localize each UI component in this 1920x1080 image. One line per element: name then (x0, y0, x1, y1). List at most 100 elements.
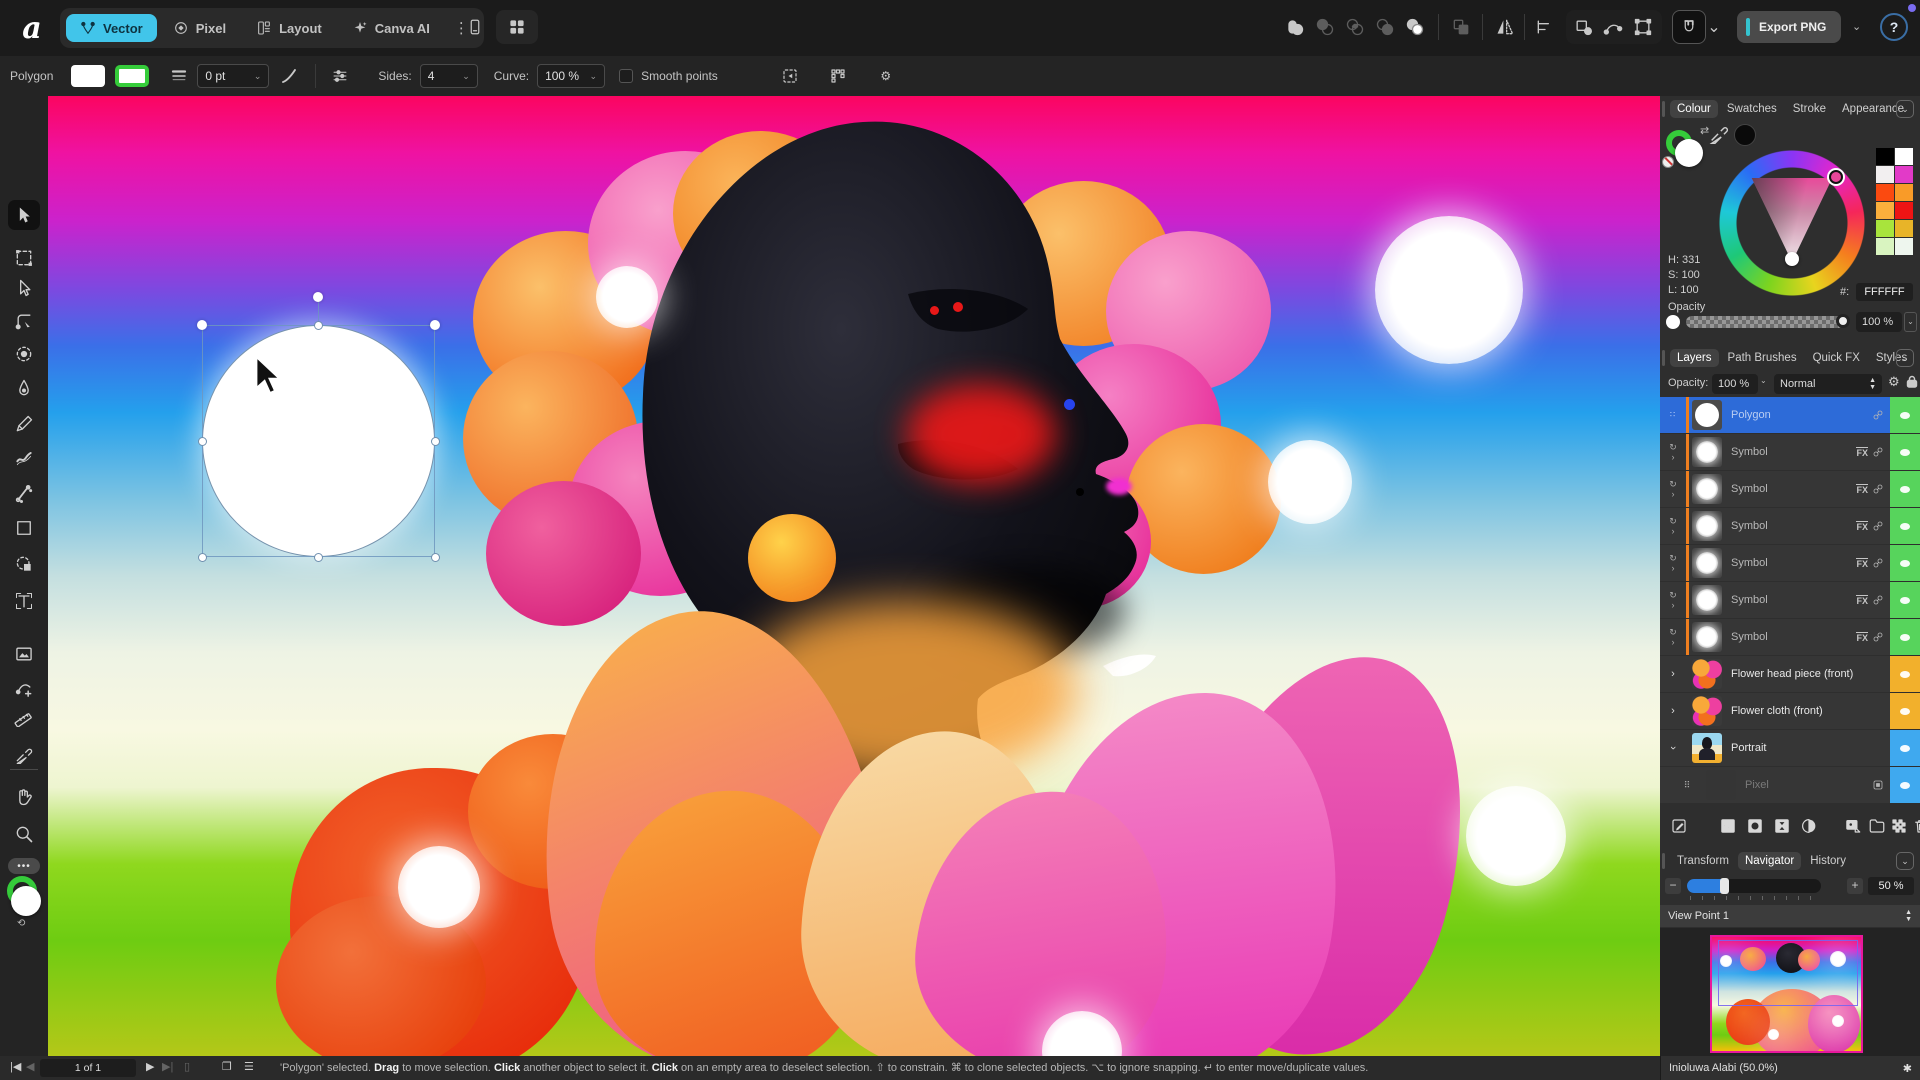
opacity-chevron[interactable]: ⌄ (1904, 312, 1917, 332)
pen-tool-icon[interactable] (8, 373, 40, 403)
swatch-f2eff0[interactable] (1876, 166, 1894, 183)
stroke-width-dropdown[interactable]: 0 pt⌄ (197, 64, 269, 88)
colour-picker-tool-icon[interactable] (8, 739, 40, 769)
picture-frame-tool-icon[interactable] (8, 639, 40, 669)
zoom-out-button[interactable]: − (1665, 878, 1681, 894)
measure-tool-icon[interactable] (8, 702, 40, 732)
layer-thumbnail[interactable] (1692, 400, 1722, 430)
link-badge-icon[interactable] (1872, 446, 1884, 458)
stroke-pressure-icon[interactable] (277, 64, 301, 88)
layer-row-symbol[interactable]: ↻›SymbolFX (1660, 545, 1920, 581)
layer-visibility-toggle[interactable] (1890, 434, 1920, 470)
frame-text-tool-icon[interactable] (8, 586, 40, 616)
boolean-add-icon[interactable] (1282, 14, 1308, 40)
symbol-sync-icon[interactable]: ↻ (1669, 442, 1677, 452)
layer-row-symbol[interactable]: ↻›SymbolFX (1660, 508, 1920, 544)
link-badge-icon[interactable] (1872, 631, 1884, 643)
persona-tab-vector[interactable]: Vector (66, 14, 157, 42)
mirror-icon[interactable] (1492, 14, 1518, 40)
page-view-icon[interactable]: ▯ (184, 1060, 190, 1073)
rectangle-tool-icon[interactable] (8, 513, 40, 543)
layer-row-symbol[interactable]: ↻›SymbolFX (1660, 619, 1920, 655)
fx-badge-icon[interactable]: FX (1856, 558, 1868, 569)
apps-grid-button[interactable] (496, 10, 538, 44)
mask-button[interactable] (1744, 815, 1766, 837)
layer-opacity-chevron[interactable]: ⌄ (1760, 376, 1767, 385)
boolean-intersect-icon[interactable] (1342, 14, 1368, 40)
hex-field[interactable]: FFFFFF (1856, 283, 1913, 301)
export-chevron-icon[interactable]: ⌄ (1852, 20, 1861, 33)
snapping-magnet-icon[interactable] (1676, 14, 1702, 40)
navigator-tab-history[interactable]: History (1803, 852, 1853, 870)
swatch-eef6ee[interactable] (1895, 238, 1913, 255)
stroke-style-icon[interactable] (167, 64, 191, 88)
canvas[interactable] (48, 96, 1660, 1056)
help-button[interactable]: ? (1880, 13, 1908, 41)
picked-colour-well[interactable] (1734, 124, 1756, 146)
swatch-e8b428[interactable] (1895, 220, 1913, 237)
expand-chevron-icon[interactable]: › (1672, 600, 1675, 610)
swatch-000000[interactable] (1876, 148, 1894, 165)
list-view-icon[interactable]: ☰ (244, 1060, 254, 1073)
symbol-sync-icon[interactable]: ↻ (1669, 516, 1677, 526)
move-tool-icon[interactable] (8, 200, 40, 230)
fx-badge-icon[interactable]: FX (1856, 521, 1868, 532)
layer-row-flower-head-piece-front-[interactable]: ›Flower head piece (front) (1660, 656, 1920, 692)
viewpoint-dropdown[interactable]: View Point 1▲▼ (1660, 905, 1920, 927)
navigator-tab-navigator[interactable]: Navigator (1738, 852, 1801, 870)
swatch-fb4a10[interactable] (1876, 184, 1894, 201)
persona-tab-canva-ai[interactable]: Canva AI (338, 14, 444, 42)
layer-opacity-value[interactable]: 100 % (1712, 374, 1758, 394)
layer-visibility-toggle[interactable] (1890, 619, 1920, 655)
last-page-icon[interactable]: ▶| (162, 1060, 173, 1073)
shape-builder-tool-icon[interactable] (8, 549, 40, 579)
layer-visibility-toggle[interactable] (1890, 508, 1920, 544)
expand-chevron-icon[interactable]: › (1672, 489, 1675, 499)
document-icon[interactable] (462, 14, 488, 40)
boolean-subtract-icon[interactable] (1312, 14, 1338, 40)
opacity-slider-knob[interactable] (1836, 314, 1850, 328)
layer-row-flower-cloth-front-[interactable]: ›Flower cloth (front) (1660, 693, 1920, 729)
spread-view-icon[interactable]: ❐ (222, 1060, 232, 1073)
layer-thumbnail[interactable] (1692, 696, 1722, 726)
sides-dropdown[interactable]: 4⌄ (420, 64, 478, 88)
layer-settings-gear-icon[interactable]: ⚙ (1888, 374, 1900, 390)
transform-node-tool-icon[interactable] (8, 672, 40, 702)
layer-thumbnail[interactable] (1692, 437, 1722, 467)
navigator-panel-menu-icon[interactable]: ⌄ (1896, 852, 1914, 870)
layer-thumbnail[interactable] (1692, 622, 1722, 652)
layer-row-symbol[interactable]: ↻›SymbolFX (1660, 582, 1920, 618)
node-tool-icon[interactable] (8, 273, 40, 303)
persona-tab-layout[interactable]: Layout (242, 14, 336, 42)
layer-row-pixel[interactable]: ⠿Pixel (1660, 767, 1920, 803)
selection-bounding-box[interactable] (202, 325, 435, 557)
expand-chevron-icon[interactable]: › (1672, 452, 1675, 462)
previous-page-icon[interactable]: ◀ (26, 1060, 34, 1073)
expand-chevron-icon[interactable]: › (1672, 563, 1675, 573)
sliders-icon[interactable] (328, 64, 352, 88)
point-transform-tool-icon[interactable] (8, 339, 40, 369)
layer-row-polygon[interactable]: ∷Polygon (1660, 397, 1920, 433)
curve-dropdown[interactable]: 100 %⌄ (537, 64, 605, 88)
layers-tab-layers[interactable]: Layers (1670, 349, 1719, 367)
adjustment-button[interactable] (1771, 815, 1793, 837)
boolean-combine-icon[interactable] (1402, 14, 1428, 40)
sl-selector[interactable] (1785, 252, 1799, 266)
hue-selector[interactable] (1829, 170, 1843, 184)
link-badge-icon[interactable] (1872, 409, 1884, 421)
handle-bottom-right[interactable] (431, 553, 440, 562)
layers-tab-quick-fx[interactable]: Quick FX (1806, 349, 1867, 367)
settings-gear-icon[interactable]: ⚙ (874, 64, 898, 88)
fx-badge-icon[interactable]: FX (1856, 447, 1868, 458)
layers-tab-path-brushes[interactable]: Path Brushes (1721, 349, 1804, 367)
fill-swatch[interactable] (71, 65, 105, 87)
link-badge-icon[interactable] (1872, 483, 1884, 495)
layer-row-symbol[interactable]: ↻›SymbolFX (1660, 434, 1920, 470)
vector-brush-tool-icon[interactable] (8, 443, 40, 473)
group-button[interactable] (1866, 815, 1888, 837)
colour-tab-stroke[interactable]: Stroke (1786, 100, 1833, 118)
artboard-tool-icon[interactable] (8, 243, 40, 273)
persona-tab-pixel[interactable]: Pixel (159, 14, 240, 42)
handle-mid-right[interactable] (431, 437, 440, 446)
symbol-sync-icon[interactable]: ↻ (1669, 553, 1677, 563)
